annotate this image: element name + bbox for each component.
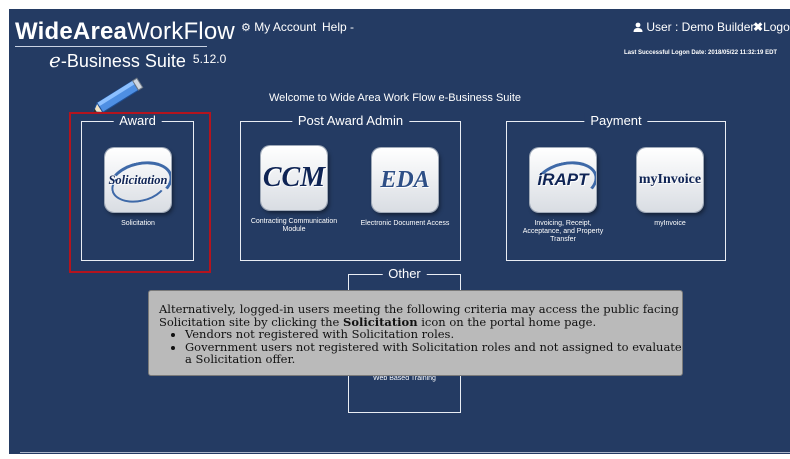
myinvoice-label: myInvoice [654, 220, 686, 227]
app-version: 5.12.0 [192, 52, 227, 66]
eda-label: Electronic Document Access [360, 220, 450, 227]
other-group-title: Other [382, 266, 427, 281]
ccm-icon[interactable]: CCM [261, 146, 327, 210]
solicitation-access-tooltip: Alternatively, logged-in users meeting t… [148, 290, 683, 376]
logout-label: Logou [763, 20, 790, 34]
logo-divider [15, 46, 207, 47]
myinvoice-icon[interactable]: myInvoice [637, 148, 703, 212]
irapt-icon[interactable]: iRAPT [530, 148, 596, 212]
help-label: Help - [322, 20, 355, 34]
gear-icon: ⚙ [241, 22, 251, 34]
close-icon: ✖ [753, 20, 764, 34]
web-based-training-label[interactable]: Web Based Training [348, 375, 461, 383]
eda-icon[interactable]: EDA [372, 148, 438, 212]
suite-prefix: e [49, 48, 61, 72]
last-logon-date: Last Successful Logon Date: 2018/05/22 1… [624, 50, 778, 56]
irapt-label: Invoicing, Receipt, Acceptance, and Prop… [522, 220, 604, 243]
logo-regular-text: WorkFlow [127, 18, 235, 45]
myinvoice-icon-text: myInvoice [638, 172, 702, 187]
solicitation-icon[interactable]: Solicitation [105, 148, 171, 212]
tooltip-intro: Alternatively, logged-in users meeting t… [159, 303, 682, 328]
eda-icon-text: EDA [380, 166, 430, 193]
tooltip-bullet: Vendors not registered with Solicitation… [185, 328, 682, 341]
my-account-menu[interactable]: ⚙ My Account [241, 20, 316, 34]
solicitation-label: Solicitation [121, 220, 155, 227]
myinvoice-tile[interactable]: myInvoice myInvoice [624, 148, 716, 228]
ccm-icon-text: CCM [262, 162, 326, 193]
logout-link[interactable]: ✖Logou [753, 20, 790, 34]
tooltip-criteria-list: Vendors not registered with Solicitation… [159, 328, 682, 366]
solicitation-tile[interactable]: Solicitation Solicitation [92, 148, 184, 228]
help-menu[interactable]: Help - [322, 20, 354, 34]
my-account-label: My Account [254, 20, 317, 34]
user-icon [633, 22, 643, 32]
solicitation-icon-text: Solicitation [108, 172, 168, 187]
eda-tile[interactable]: EDA Electronic Document Access [359, 148, 451, 228]
ccm-tile[interactable]: CCM Contracting Communication Module [248, 146, 340, 234]
user-menu[interactable]: User : Demo Builder [633, 20, 754, 34]
irapt-tile[interactable]: iRAPT Invoicing, Receipt, Acceptance, an… [517, 148, 609, 244]
bottom-divider [20, 452, 790, 453]
irapt-icon-text: iRAPT [537, 170, 589, 189]
suite-name: e-Business Suite 5.12.0 [49, 48, 226, 72]
portal-page: WideAreaWorkFlow e-Business Suite 5.12.0… [9, 9, 790, 454]
payment-group-title: Payment [584, 113, 648, 128]
tooltip-bullet: Government users not registered with Sol… [185, 340, 682, 366]
suite-name-text: -Business Suite [60, 51, 186, 71]
post-award-admin-title: Post Award Admin [291, 113, 410, 128]
ccm-label: Contracting Communication Module [250, 218, 338, 233]
user-name: User : Demo Builder [646, 20, 755, 34]
logo-bold-text: WideArea [15, 18, 128, 45]
app-logo[interactable]: WideAreaWorkFlow [15, 18, 235, 46]
